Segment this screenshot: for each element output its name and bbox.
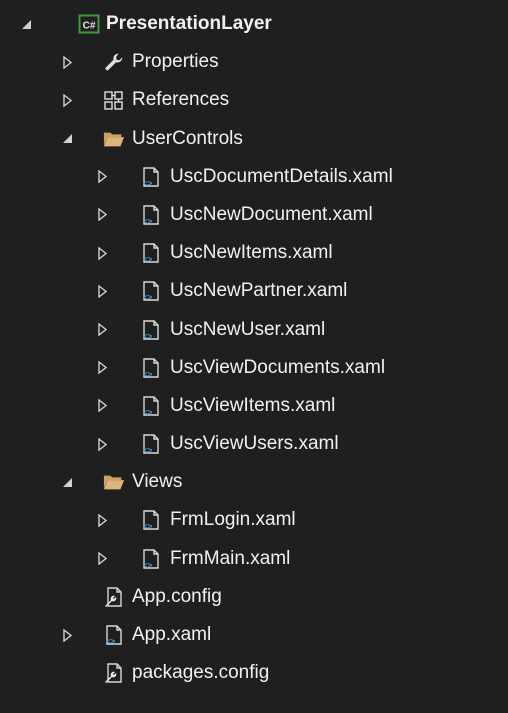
xaml-file-icon: <> [140,166,162,188]
tree-item-label: References [132,89,230,111]
tree-item-uscnewitems[interactable]: <> UscNewItems.xaml [0,234,508,272]
solution-explorer-tree: C# PresentationLayer Properties Referenc… [0,5,508,692]
svg-text:<>: <> [143,332,153,341]
collapsed-arrow-icon[interactable] [60,628,74,642]
tree-item-properties[interactable]: Properties [0,43,508,81]
tree-item-label: UscDocumentDetails.xaml [170,165,393,187]
tree-item-label: FrmMain.xaml [170,547,291,569]
collapsed-arrow-icon[interactable] [95,399,109,413]
collapsed-arrow-icon[interactable] [95,170,109,184]
collapsed-arrow-icon[interactable] [95,208,109,222]
xaml-file-icon: <> [140,242,162,264]
svg-text:<>: <> [106,637,116,646]
xaml-file-icon: <> [140,548,162,570]
xaml-file-icon: <> [140,204,162,226]
collapsed-arrow-icon[interactable] [95,361,109,375]
tree-item-label: UscNewPartner.xaml [170,280,348,302]
svg-text:<>: <> [143,370,153,379]
tree-item-frmlogin[interactable]: <> FrmLogin.xaml [0,501,508,539]
xaml-file-icon: <> [140,357,162,379]
collapsed-arrow-icon[interactable] [95,437,109,451]
collapsed-arrow-icon[interactable] [95,323,109,337]
svg-text:C#: C# [83,21,96,32]
tree-item-views[interactable]: Views [0,463,508,501]
xaml-file-icon: <> [103,624,125,646]
tree-item-uscnewuser[interactable]: <> UscNewUser.xaml [0,311,508,349]
tree-item-label: App.config [132,585,222,607]
tree-item-uscviewitems[interactable]: <> UscViewItems.xaml [0,387,508,425]
tree-item-uscviewusers[interactable]: <> UscViewUsers.xaml [0,425,508,463]
tree-item-uscnewdocument[interactable]: <> UscNewDocument.xaml [0,196,508,234]
references-icon [103,89,125,111]
wrench-icon [103,51,125,73]
collapsed-arrow-icon[interactable] [60,93,74,107]
tree-item-appxaml[interactable]: <> App.xaml [0,616,508,654]
tree-item-label: PresentationLayer [106,13,272,34]
xaml-file-icon: <> [140,509,162,531]
collapsed-arrow-icon[interactable] [60,55,74,69]
xaml-file-icon: <> [140,395,162,417]
config-file-icon [103,662,125,684]
tree-item-label: FrmLogin.xaml [170,509,296,531]
expanded-arrow-icon[interactable] [60,132,74,146]
tree-item-label: UscNewUser.xaml [170,318,326,340]
tree-item-references[interactable]: References [0,81,508,119]
tree-item-label: Views [132,471,183,493]
collapsed-arrow-icon[interactable] [95,552,109,566]
collapsed-arrow-icon[interactable] [95,513,109,527]
xaml-file-icon: <> [140,433,162,455]
collapsed-arrow-icon[interactable] [95,246,109,260]
tree-item-uscdocumentdetails[interactable]: <> UscDocumentDetails.xaml [0,158,508,196]
xaml-file-icon: <> [140,280,162,302]
tree-item-label: UscViewDocuments.xaml [170,356,386,378]
config-file-icon [103,586,125,608]
tree-item-packagesconfig[interactable]: packages.config [0,654,508,692]
tree-item-uscviewdocuments[interactable]: <> UscViewDocuments.xaml [0,349,508,387]
tree-item-frmmain[interactable]: <> FrmMain.xaml [0,540,508,578]
xaml-file-icon: <> [140,319,162,341]
expanded-arrow-icon[interactable] [19,17,33,31]
tree-item-label: App.xaml [132,624,212,645]
tree-item-uscnewpartner[interactable]: <> UscNewPartner.xaml [0,272,508,310]
folder-open-icon [103,128,125,150]
tree-item-label: UscViewUsers.xaml [170,433,339,455]
tree-item-label: packages.config [132,662,270,684]
svg-text:<>: <> [143,255,153,264]
svg-text:<>: <> [143,217,153,226]
svg-text:<>: <> [143,179,153,188]
svg-text:<>: <> [143,293,153,302]
tree-item-usercontrols[interactable]: UserControls [0,120,508,158]
tree-item-label: UscNewItems.xaml [170,242,333,264]
collapsed-arrow-icon[interactable] [95,284,109,298]
expanded-arrow-icon[interactable] [60,475,74,489]
tree-item-appconfig[interactable]: App.config [0,578,508,616]
svg-text:<>: <> [143,522,153,531]
svg-text:<>: <> [143,561,153,570]
tree-item-label: UserControls [132,127,243,149]
svg-text:<>: <> [143,408,153,417]
svg-text:<>: <> [143,446,153,455]
tree-item-label: UscNewDocument.xaml [170,203,373,225]
tree-item-presentationlayer[interactable]: C# PresentationLayer [0,5,508,43]
csharp-project-icon: C# [78,13,100,35]
tree-item-label: UscViewItems.xaml [170,394,336,416]
folder-open-icon [103,471,125,493]
tree-item-label: Properties [132,51,219,73]
